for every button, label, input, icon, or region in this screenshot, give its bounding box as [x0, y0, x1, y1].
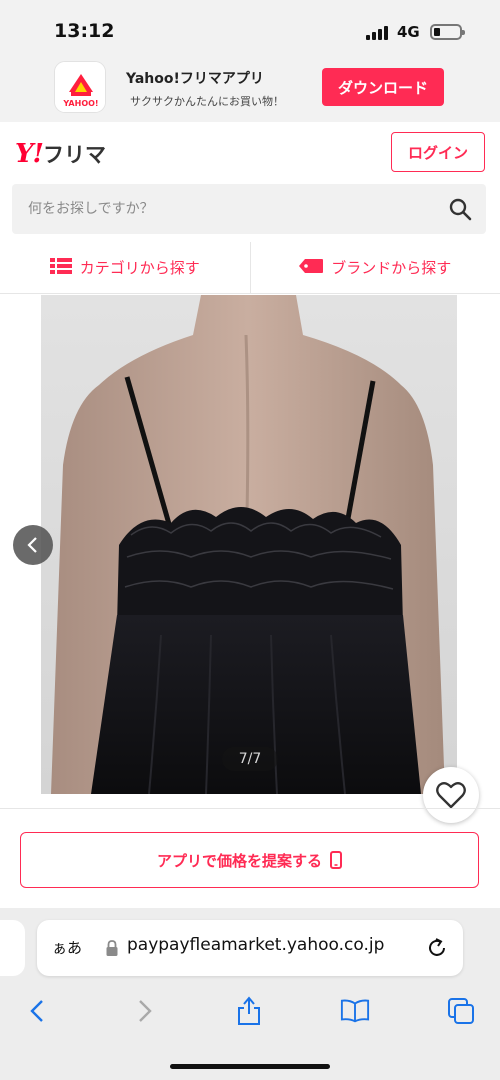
search-icon[interactable]	[448, 197, 472, 221]
status-bar: 13:12 4G	[0, 0, 500, 52]
address-bar[interactable]: ぁあ paypayfleamarket.yahoo.co.jp	[37, 920, 463, 976]
divider	[0, 808, 500, 809]
home-indicator	[170, 1064, 330, 1069]
text-size-button[interactable]: ぁあ	[52, 937, 82, 958]
tab-brand[interactable]: ブランドから探す	[249, 242, 500, 293]
book-icon	[340, 999, 370, 1023]
heart-icon	[436, 782, 466, 809]
logo-mark: Y!	[15, 139, 44, 169]
product-image[interactable]	[41, 295, 457, 794]
share-icon	[238, 996, 260, 1025]
app-icon: YAHOO!	[54, 61, 106, 113]
bookmarks-button[interactable]	[340, 996, 370, 1026]
propose-price-button[interactable]: アプリで価格を提案する	[20, 832, 479, 888]
download-button[interactable]: ダウンロード	[322, 68, 444, 106]
status-time: 13:12	[54, 20, 115, 42]
browse-tabs: カテゴリから探す ブランドから探す	[0, 242, 500, 294]
previous-tab-preview[interactable]	[0, 920, 25, 976]
signal-icon	[366, 24, 390, 40]
tabs-icon	[448, 998, 474, 1024]
tab-category-label: カテゴリから探す	[79, 259, 200, 277]
tab-category[interactable]: カテゴリから探す	[0, 242, 250, 293]
chevron-right-icon	[139, 1000, 152, 1022]
list-icon	[49, 257, 72, 279]
svg-text:YAHOO!: YAHOO!	[62, 99, 98, 108]
reload-icon[interactable]	[425, 936, 449, 960]
lock-icon	[106, 940, 118, 956]
logo-text: フリマ	[42, 143, 106, 167]
yahoo-flea-logo[interactable]: Y! フリマ	[15, 139, 106, 169]
browser-chrome: ぁあ paypayfleamarket.yahoo.co.jp	[0, 908, 500, 1080]
search-input[interactable]	[12, 184, 432, 234]
tab-brand-label: ブランドから探す	[331, 259, 452, 277]
app-subtitle: サクサクかんたんにお買い物！	[130, 95, 284, 108]
share-button[interactable]	[234, 996, 264, 1026]
browser-toolbar	[0, 986, 500, 1032]
smartphone-icon	[330, 851, 342, 869]
favorite-button[interactable]	[423, 767, 479, 823]
battery-icon	[430, 24, 465, 40]
previous-image-button[interactable]	[13, 525, 53, 565]
url-text: paypayfleamarket.yahoo.co.jp	[127, 935, 385, 955]
site-header: Y! フリマ ログイン	[0, 122, 500, 184]
propose-label: アプリで価格を提案する	[156, 851, 322, 870]
chevron-left-icon	[30, 1000, 43, 1022]
back-button[interactable]	[22, 996, 52, 1026]
forward-button[interactable]	[130, 996, 160, 1026]
chevron-left-icon	[27, 537, 37, 553]
tag-icon	[299, 258, 324, 278]
image-counter: 7/7	[222, 747, 278, 771]
app-name: Yahoo!フリマアプリ	[126, 71, 264, 87]
app-banner: YAHOO! Yahoo!フリマアプリ サクサクかんたんにお買い物！ ダウンロー…	[0, 52, 500, 122]
network-label: 4G	[397, 23, 420, 41]
login-button[interactable]: ログイン	[391, 132, 485, 172]
search-bar	[12, 184, 486, 234]
tabs-button[interactable]	[446, 996, 476, 1026]
